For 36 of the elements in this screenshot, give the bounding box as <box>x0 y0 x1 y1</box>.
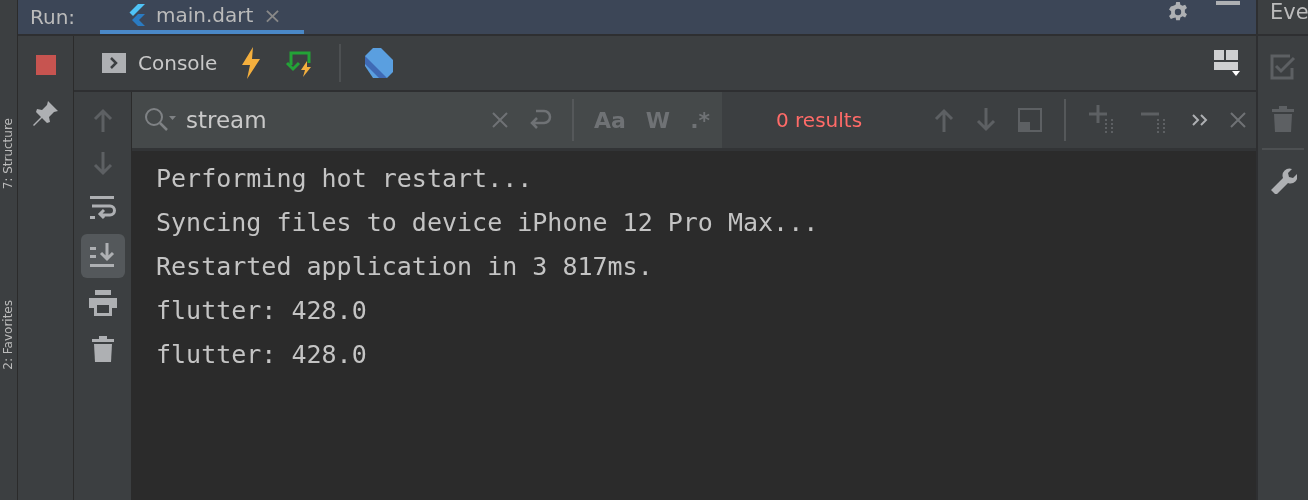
search-icon <box>144 107 178 133</box>
console-line: Restarted application in 3 817ms. <box>156 251 654 283</box>
select-all-icon[interactable] <box>1018 108 1042 132</box>
console-line: Performing hot restart... <box>156 163 534 195</box>
tool-window-label[interactable]: 7: Structure <box>1 118 16 190</box>
console-tab[interactable]: Console <box>102 51 218 75</box>
up-arrow-icon[interactable] <box>92 108 113 132</box>
flutter-icon <box>128 4 146 26</box>
stop-icon[interactable] <box>35 55 56 75</box>
console-line: Syncing files to device iPhone 12 Pro Max... <box>156 207 820 239</box>
console-line: flutter: 428.0 <box>156 295 368 327</box>
more-icon[interactable] <box>1192 114 1208 126</box>
layout-icon[interactable] <box>1214 50 1240 76</box>
search-result-count: 0 results <box>776 108 863 132</box>
previous-match-icon[interactable] <box>934 108 954 132</box>
settings-icon[interactable] <box>1166 1 1190 23</box>
soft-wrap-icon[interactable] <box>89 196 116 222</box>
panel-title[interactable]: Eve <box>1270 0 1308 24</box>
next-match-icon[interactable] <box>976 108 996 132</box>
down-arrow-icon[interactable] <box>92 152 113 176</box>
tool-window-label[interactable]: 2: Favorites <box>1 300 16 370</box>
scroll-to-end-button[interactable] <box>80 234 125 278</box>
print-icon[interactable] <box>88 290 117 316</box>
console-line: flutter: 428.0 <box>156 339 368 371</box>
scroll-to-end-icon <box>89 243 116 269</box>
file-tab[interactable]: main.dart × <box>100 0 304 34</box>
close-search-icon[interactable] <box>1230 112 1246 128</box>
wrench-icon[interactable] <box>1269 166 1297 194</box>
console-icon <box>102 53 126 73</box>
trash-icon[interactable] <box>91 336 114 362</box>
lightning-icon[interactable] <box>241 47 262 79</box>
dart-icon[interactable] <box>365 48 394 78</box>
checkbox-icon[interactable] <box>1270 54 1296 80</box>
run-label: Run: <box>30 5 77 29</box>
clear-icon[interactable] <box>491 112 508 128</box>
pin-icon[interactable] <box>31 99 60 127</box>
